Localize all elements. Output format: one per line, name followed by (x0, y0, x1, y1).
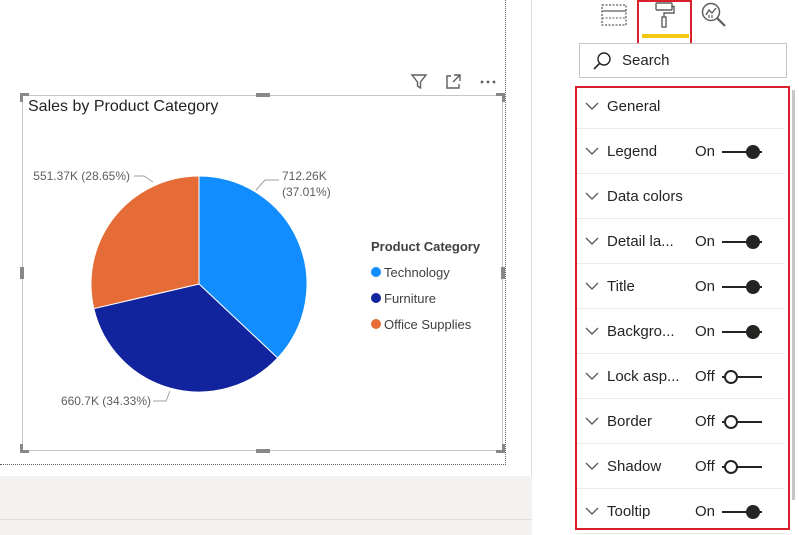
search-icon (592, 51, 612, 71)
legend-label: Furniture (384, 290, 437, 306)
legend-title: Product Category (371, 239, 481, 254)
tab-fields[interactable] (589, 0, 639, 36)
leader-line-furniture (153, 390, 171, 402)
legend-label: Office Supplies (384, 316, 472, 332)
pie-chart-visual[interactable]: Sales by Product Category 712.26K (37.01%… (20, 93, 505, 453)
data-label-technology-value: 712.26K (282, 169, 327, 183)
pane-scrollbar[interactable] (792, 90, 795, 500)
page-boundary-bottom (0, 464, 506, 465)
chart-legend: Product Category Technology Furniture Of… (371, 239, 480, 332)
visualizations-pane: Search General Legend On Data colors Detail … (532, 0, 799, 535)
format-tab-highlight (637, 0, 692, 46)
more-options-icon[interactable] (477, 71, 499, 93)
search-input[interactable]: Search (579, 43, 787, 78)
legend-item-technology[interactable]: Technology (371, 264, 480, 280)
legend-marker (371, 267, 381, 277)
status-bar-divider (0, 519, 532, 520)
legend-item-furniture[interactable]: Furniture (371, 290, 480, 306)
power-bi-report-view: Sales by Product Category 712.26K (37.01%… (0, 0, 799, 535)
search-placeholder: Search (622, 52, 670, 69)
pane-tabs (532, 0, 799, 46)
focus-mode-icon[interactable] (442, 71, 464, 93)
page-boundary-right (505, 0, 506, 465)
legend-label: Technology (384, 264, 450, 280)
format-sections-highlight (575, 86, 790, 530)
tab-analytics[interactable] (689, 0, 739, 36)
analytics-magnifier-icon (700, 1, 728, 35)
filter-icon[interactable] (408, 71, 430, 93)
legend-marker (371, 293, 381, 303)
page-tabs-bar (0, 476, 532, 535)
table-grid-icon (601, 3, 627, 33)
legend-item-office-supplies[interactable]: Office Supplies (371, 316, 480, 332)
data-label-office-supplies: 551.37K (28.65%) (33, 169, 130, 183)
legend-marker (371, 319, 381, 329)
leader-line-office-supplies (134, 175, 154, 183)
data-label-technology-percent: (37.01%) (282, 185, 331, 199)
data-label-furniture: 660.7K (34.33%) (61, 394, 151, 408)
leader-line-technology (255, 179, 279, 191)
